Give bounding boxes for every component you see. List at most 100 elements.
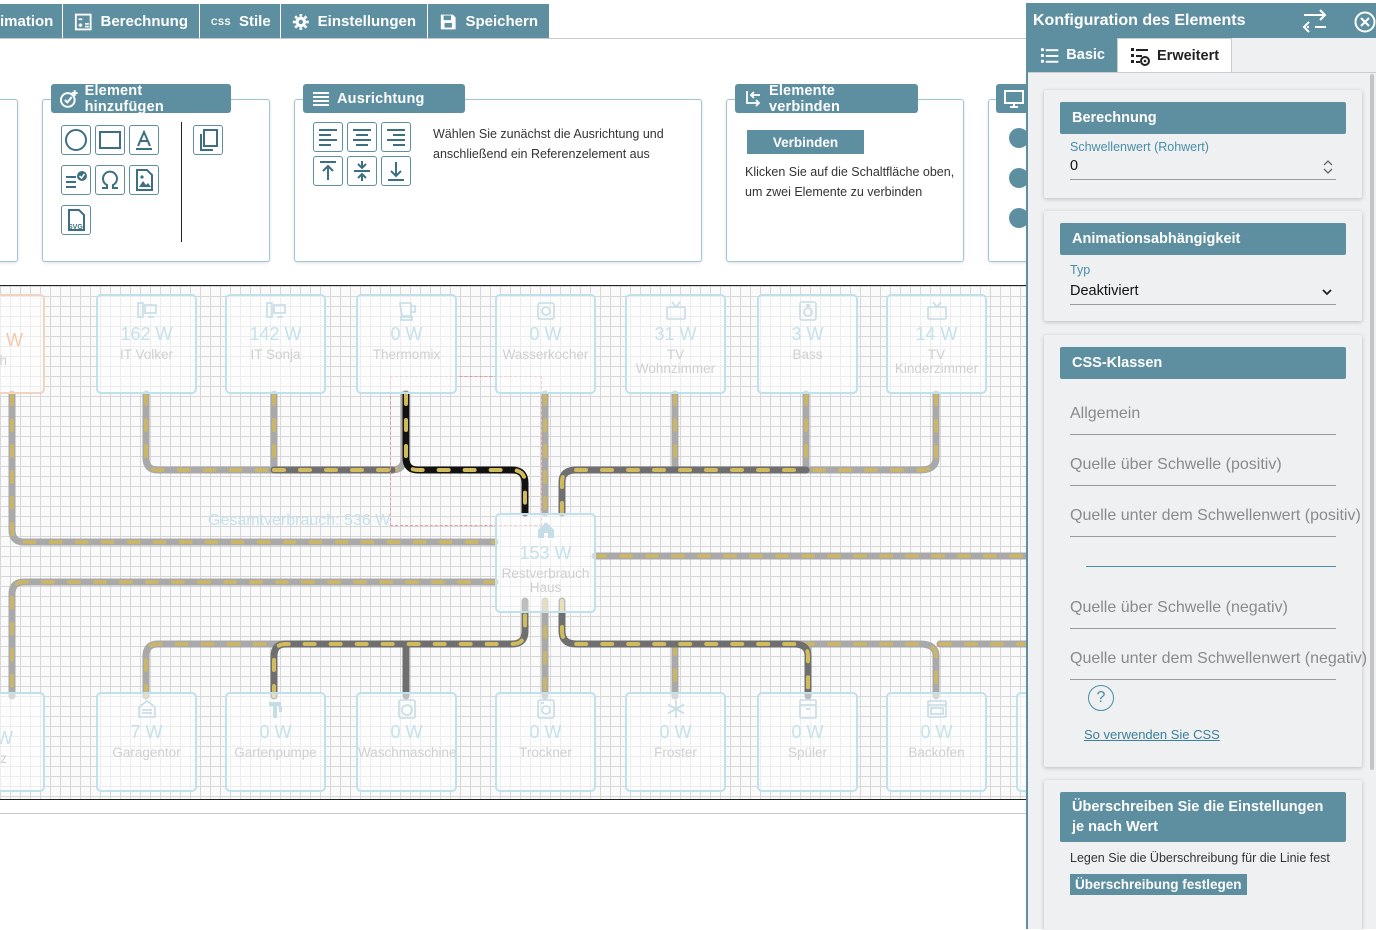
device-card-tv-kinderzimmer[interactable]: 14 W TV Kinderzimmer: [886, 294, 987, 394]
device-value: 162 W: [120, 324, 173, 344]
set-override-button[interactable]: Überschreibung festlegen: [1070, 874, 1247, 895]
threshold-value: 0: [1070, 158, 1079, 174]
save-button[interactable]: Speichern: [428, 4, 550, 39]
tv-icon: [926, 301, 947, 320]
add-element-group: SVG: [42, 99, 270, 262]
tab-basic[interactable]: Basic: [1028, 38, 1117, 72]
calculation-tab-label: Berechnung: [100, 13, 188, 30]
alignment-group: Wählen Sie zunächst die Ausrichtung und …: [294, 99, 702, 262]
device-card-thermomix[interactable]: 0 W Thermomix: [356, 294, 457, 394]
align-middle-tool[interactable]: [347, 156, 377, 186]
text-icon: [136, 129, 152, 150]
align-right-tool[interactable]: [381, 122, 411, 152]
add-text-tool[interactable]: [129, 125, 159, 155]
circle-icon: [65, 129, 87, 151]
device-card-froster[interactable]: 0 W Froster: [625, 692, 726, 792]
device-name: Gartenpumpe: [234, 745, 317, 760]
tab-basic-label: Basic: [1066, 47, 1105, 63]
device-card-tv-wohnzimmer[interactable]: 31 W TV Wohnzimmer: [625, 294, 726, 394]
tab-advanced[interactable]: Erweitert: [1117, 38, 1233, 72]
css-source-below-positive-input[interactable]: Quelle unter dem Schwellenwert (positiv): [1070, 501, 1361, 537]
device-card-spueler[interactable]: 0 W Spüler: [757, 692, 858, 792]
css-help-link[interactable]: So verwenden Sie CSS: [1084, 727, 1220, 742]
type-selected-value: Deaktiviert: [1070, 283, 1139, 299]
chevron-down-icon: [1322, 289, 1332, 296]
washing-machine-icon: [397, 699, 416, 719]
type-select[interactable]: Deaktiviert: [1070, 283, 1336, 305]
device-card-waschmaschine[interactable]: 0 W Waschmaschine: [356, 692, 457, 792]
device-name: Bass: [792, 347, 823, 362]
add-svg-tool[interactable]: SVG: [61, 205, 91, 235]
connect-description: Klicken Sie auf die Schaltfläche oben, u…: [745, 165, 955, 199]
add-image-tool[interactable]: [129, 165, 159, 195]
animation-tab-label: imation: [0, 13, 54, 30]
omega-icon: [102, 170, 118, 189]
add-rectangle-tool[interactable]: [95, 125, 125, 155]
editor-canvas[interactable]: Gesamtverbrauch: 536 W W h W z 162 W IT …: [0, 285, 1030, 800]
css-icon: CSS: [211, 16, 232, 27]
device-value: 7 W: [130, 722, 163, 742]
css-classes-card: CSS-Klassen Allgemein Quelle über Schwel…: [1044, 335, 1367, 767]
device-name: Wasserkocher: [502, 347, 589, 362]
device-card-trockner[interactable]: 0 W Trockner: [495, 692, 596, 792]
save-icon: [440, 14, 456, 29]
oven-icon: [926, 700, 947, 718]
device-card-wasserkocher[interactable]: 0 W Wasserkocher: [495, 294, 596, 394]
tab-advanced-label: Erweitert: [1157, 47, 1220, 64]
device-card-partial-top[interactable]: W h: [0, 294, 45, 394]
css-source-above-positive-input[interactable]: Quelle über Schwelle (positiv): [1070, 450, 1336, 486]
device-card-garagentor[interactable]: 7 W Garagentor: [96, 692, 197, 792]
swap-sides-icon[interactable]: [1301, 8, 1329, 34]
threshold-input[interactable]: 0: [1070, 158, 1336, 180]
device-name: IT Sonja: [250, 347, 301, 362]
device-card-partial-bottom[interactable]: W z: [0, 692, 45, 792]
device-card-bass[interactable]: 3 W Bass: [757, 294, 858, 394]
add-circle-tool[interactable]: [61, 125, 91, 155]
device-value: 31 W: [654, 324, 697, 344]
house-icon: [537, 522, 554, 538]
align-bottom-tool[interactable]: [381, 156, 411, 186]
list-icon: [1040, 48, 1059, 63]
image-file-icon: [136, 169, 153, 191]
type-label: Typ: [1070, 263, 1091, 277]
device-card-it-sonja[interactable]: 142 W IT Sonja: [225, 294, 326, 394]
device-card-backofen[interactable]: 0 W Backofen: [886, 692, 987, 792]
css-source-below-negative-input[interactable]: Quelle unter dem Schwellenwert (negativ): [1070, 644, 1367, 680]
device-card-gartenpumpe[interactable]: 0 W Gartenpumpe: [225, 692, 326, 792]
device-card-it-volker[interactable]: 162 W IT Volker: [96, 294, 197, 394]
styles-tab-button[interactable]: CSS Stile: [200, 4, 281, 39]
alignment-title: Ausrichtung: [337, 90, 425, 107]
panel-scrollbar[interactable]: [1370, 74, 1374, 770]
device-value: 0 W: [920, 722, 953, 742]
ribbon-group-partial-left: [0, 99, 18, 262]
close-icon[interactable]: [1354, 11, 1376, 33]
main-toolbar: imation Berechnung CSS Stile Einstellung…: [0, 4, 550, 39]
device-card-restverbrauch[interactable]: 153 W Restverbrauch Haus: [495, 513, 596, 613]
connect-button[interactable]: Verbinden: [747, 130, 864, 154]
connect-title: Elemente verbinden: [768, 82, 841, 115]
device-name: Restverbrauch Haus: [501, 566, 590, 595]
css-source-above-negative-input[interactable]: Quelle über Schwelle (negativ): [1070, 593, 1336, 629]
align-center-tool[interactable]: [347, 122, 377, 152]
align-justify-icon: [313, 91, 329, 106]
help-icon[interactable]: ?: [1088, 685, 1114, 711]
snowflake-icon: [667, 700, 684, 718]
animation-tab-button[interactable]: imation: [0, 4, 63, 39]
computer-icon: [136, 302, 157, 318]
add-symbol-tool[interactable]: [95, 165, 125, 195]
alignment-header: Ausrichtung: [303, 84, 465, 113]
settings-tab-button[interactable]: Einstellungen: [281, 4, 428, 39]
align-left-tool[interactable]: [313, 122, 343, 152]
threshold-label: Schwellenwert (Rohwert): [1070, 140, 1209, 154]
number-spinner-icon[interactable]: [1322, 158, 1334, 176]
copy-element-tool[interactable]: [193, 125, 223, 155]
svg-file-icon: SVG: [68, 209, 85, 231]
add-datapoint-tool[interactable]: [61, 165, 91, 195]
css-general-input[interactable]: Allgemein: [1070, 399, 1336, 435]
css-active-input[interactable]: [1086, 557, 1336, 567]
device-value: 14 W: [915, 324, 958, 344]
align-top-tool[interactable]: [313, 156, 343, 186]
calculation-tab-button[interactable]: Berechnung: [63, 4, 200, 39]
garage-icon: [137, 700, 156, 718]
panel-title: Konfiguration des Elements: [1033, 12, 1246, 29]
